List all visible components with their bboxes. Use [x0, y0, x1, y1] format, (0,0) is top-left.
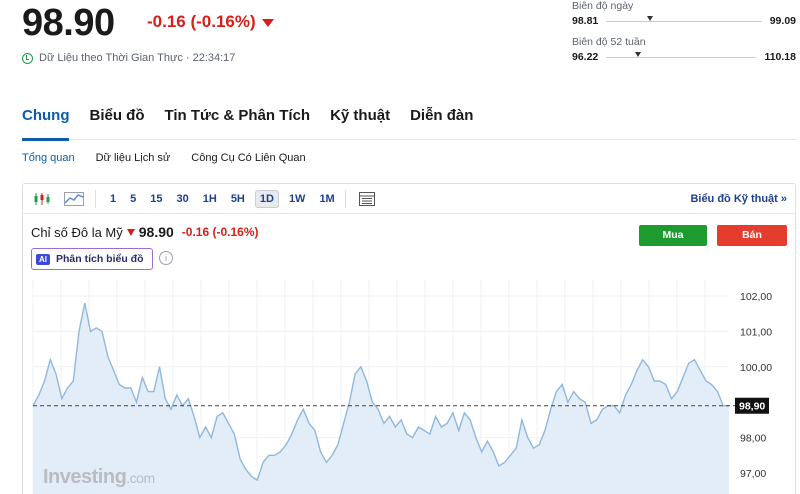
tab-news[interactable]: Tin Tức & Phân Tích [164, 104, 310, 140]
day-range-high: 99.09 [769, 15, 796, 27]
week52-range-high: 110.18 [764, 51, 796, 63]
day-range-marker-icon [646, 15, 653, 21]
day-range-bar [606, 15, 762, 22]
investing-logo: Investing.com [43, 466, 155, 489]
y-tick-label: 100,00 [740, 362, 772, 374]
price-change: -0.16 (-0.16%) [147, 12, 274, 32]
down-arrow-icon [261, 18, 274, 27]
ai-analysis-label: Phân tích biểu đồ [56, 253, 144, 265]
day-range-low: 98.81 [572, 15, 599, 27]
ai-badge-icon: AI [36, 253, 50, 265]
legend-change: -0.16 (-0.16%) [181, 225, 259, 239]
price-chart[interactable]: 102,00 101,00 100,00 98,00 97,00 98,90 [23, 280, 796, 494]
week52-range-label: Biên độ 52 tuần [572, 36, 646, 48]
toolbar-divider [95, 189, 96, 208]
watermark-suffix: .com [126, 470, 155, 486]
tab-technical[interactable]: Kỹ thuật [330, 104, 390, 140]
chart-toolbar: 1 5 15 30 1H 5H 1D 1W 1M Biểu đồ Kỹ thuậ… [23, 184, 795, 214]
clock-icon [22, 52, 33, 64]
realtime-status: Dữ Liệu theo Thời Gian Thực · 22:34:17 [22, 52, 235, 64]
toolbar-divider [344, 189, 346, 208]
timeframe-1h[interactable]: 1H [199, 191, 221, 207]
subtab-historical-data[interactable]: Dữ liệu Lịch sử [96, 152, 171, 164]
day-range: Biên độ ngày 98.81 99.09 [572, 0, 796, 27]
info-icon[interactable]: i [159, 251, 173, 265]
day-range-label: Biên độ ngày [572, 0, 634, 12]
sub-tabs: Tổng quan Dữ liệu Lịch sử Công Cụ Có Liê… [22, 152, 306, 164]
week52-range-bar [606, 51, 757, 58]
price-change-value: -0.16 (-0.16%) [147, 12, 256, 31]
price: 98.90 [22, 2, 115, 44]
current-price-label: 98,90 [739, 401, 765, 413]
tab-overview[interactable]: Chung [22, 104, 70, 141]
chart-legend: Chỉ số Đô la Mỹ 98.90 -0.16 (-0.16%) [31, 224, 259, 240]
y-tick-label: 97,00 [740, 468, 766, 480]
main-tabs: Chung Biểu đồ Tin Tức & Phân Tích Kỹ thu… [22, 104, 796, 141]
tab-forum[interactable]: Diễn đàn [410, 104, 473, 140]
realtime-label: Dữ Liệu theo Thời Gian Thực · 22:34:17 [39, 52, 236, 64]
timeframe-1[interactable]: 1 [106, 191, 120, 207]
sell-button[interactable]: Bán [717, 225, 787, 246]
y-tick-label: 102,00 [740, 291, 772, 303]
instrument-name: Chỉ số Đô la Mỹ [31, 224, 123, 240]
area-chart-icon[interactable] [63, 190, 85, 208]
timeframe-5[interactable]: 5 [126, 191, 140, 207]
buy-button[interactable]: Mua [639, 225, 707, 246]
tab-chart[interactable]: Biểu đồ [89, 104, 144, 140]
timeframe-1d[interactable]: 1D [254, 189, 279, 208]
timeframe-30[interactable]: 30 [173, 191, 193, 207]
technical-chart-link[interactable]: Biểu đồ Kỹ thuật » [690, 193, 787, 205]
chart-panel: 1 5 15 30 1H 5H 1D 1W 1M Biểu đồ Kỹ thuậ… [22, 183, 796, 494]
ai-analysis-button[interactable]: AI Phân tích biểu đồ [31, 248, 153, 270]
y-tick-label: 98,00 [740, 433, 766, 445]
week52-range-low: 96.22 [572, 51, 599, 63]
subtab-overview[interactable]: Tổng quan [22, 152, 75, 164]
legend-value: 98.90 [138, 224, 174, 240]
timeframe-5h[interactable]: 5H [227, 191, 249, 207]
down-arrow-icon [126, 228, 135, 236]
watermark-brand: Investing [43, 466, 127, 488]
timeframe-1w[interactable]: 1W [285, 191, 310, 207]
week52-range-marker-icon [634, 51, 641, 57]
timeframe-1m[interactable]: 1M [315, 191, 338, 207]
y-tick-label: 101,00 [740, 326, 772, 338]
table-icon[interactable] [356, 190, 378, 208]
timeframe-15[interactable]: 15 [146, 191, 166, 207]
week52-range: Biên độ 52 tuần 96.22 110.18 [572, 36, 796, 63]
subtab-related-instruments[interactable]: Công Cụ Có Liên Quan [191, 152, 305, 164]
candlestick-icon[interactable] [31, 190, 53, 208]
